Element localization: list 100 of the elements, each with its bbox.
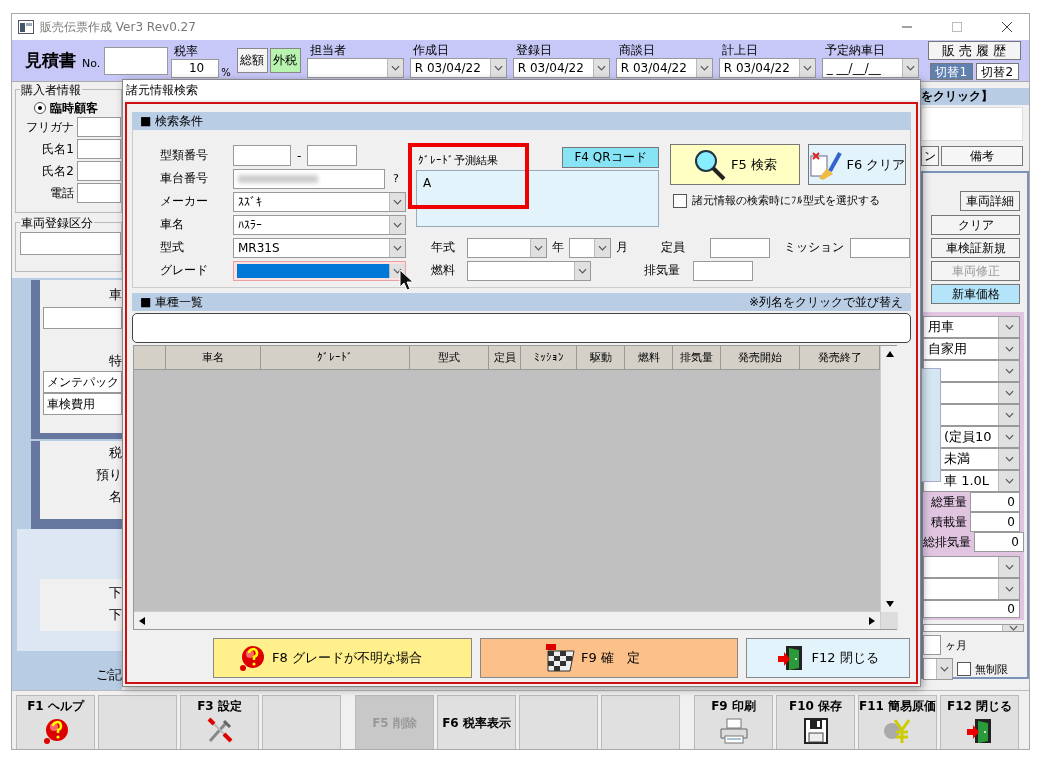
action-button[interactable]: クリア (931, 215, 1020, 235)
right-arrow-icon[interactable] (869, 616, 875, 625)
dropdown[interactable]: R 03/04/22 (409, 58, 507, 78)
text-field[interactable] (43, 307, 122, 329)
text-field[interactable] (233, 168, 385, 189)
dropdown[interactable] (467, 237, 547, 258)
dropdown[interactable]: ﾊｽﾗｰ (233, 214, 406, 235)
function-key[interactable]: F11 簡易原価 (858, 695, 937, 749)
caret-icon (386, 59, 403, 77)
dialog-button[interactable]: F9 確 定 (480, 638, 738, 678)
number-field[interactable]: 0 (974, 532, 1024, 552)
function-key[interactable] (601, 695, 680, 749)
field-label: 車名 (160, 216, 185, 233)
caret-icon (998, 405, 1019, 425)
checkbox[interactable] (673, 193, 687, 208)
maximize-icon[interactable] (952, 22, 962, 32)
text-field[interactable] (307, 145, 358, 166)
text-field[interactable] (77, 139, 121, 159)
dropdown[interactable] (233, 260, 406, 281)
search-button[interactable]: F5 検索 (670, 144, 800, 185)
dropdown[interactable]: 用車 (923, 316, 1020, 338)
tax-mode-button[interactable]: 外税 (269, 48, 301, 73)
dropdown[interactable]: R 03/04/22 (718, 58, 816, 78)
caret-icon (389, 238, 405, 257)
text-field[interactable] (77, 183, 121, 203)
dropdown[interactable] (923, 624, 1024, 632)
dropdown[interactable]: ｽｽﾞｷ (233, 191, 406, 212)
dropdown[interactable] (923, 556, 1020, 578)
text-field[interactable] (77, 161, 121, 181)
caret-icon (998, 317, 1019, 337)
function-key[interactable]: F6 税率表示 (437, 695, 516, 749)
question-ball-icon (41, 717, 70, 745)
action-button[interactable]: 新車価格 (931, 284, 1020, 304)
number-field[interactable] (923, 635, 941, 655)
caret-icon (594, 238, 610, 257)
text-field[interactable] (20, 232, 121, 255)
function-key[interactable]: F9 印刷 (694, 695, 773, 749)
vertical-scrollbar[interactable] (880, 346, 898, 629)
dropdown[interactable]: 自家用 (923, 338, 1020, 360)
field-label: グレード (160, 262, 209, 279)
dialog-button[interactable]: F8 グレードが不明な場合 (213, 638, 472, 678)
field-label: 積載量 (930, 513, 968, 531)
separator-text: - (297, 148, 302, 163)
function-key[interactable]: F12 閉じる (940, 695, 1019, 749)
dropdown[interactable]: 車 1.0L (923, 470, 1020, 492)
function-key[interactable] (262, 695, 341, 749)
function-key[interactable]: F1 ヘルプ (16, 695, 95, 749)
field-label: 年式 (431, 239, 456, 256)
field-label: 下 (108, 584, 122, 602)
dropdown[interactable]: _ __/__/__ (821, 58, 919, 78)
text-field[interactable] (77, 117, 121, 137)
up-arrow-icon[interactable] (885, 351, 894, 357)
number-field[interactable]: 0 (970, 512, 1020, 532)
tax-rate-field[interactable]: 10 (171, 58, 220, 78)
dropdown[interactable]: MR31S (233, 237, 406, 258)
history-button[interactable]: 販 売 履 歴 (927, 41, 1021, 60)
field-label: 排気量 (644, 262, 681, 279)
tab[interactable]: 備考 (941, 146, 1023, 166)
field-label: 登録日 (514, 43, 553, 58)
number-field[interactable]: 0 (923, 600, 1020, 618)
action-button[interactable]: 車検証新規 (931, 238, 1020, 258)
tax-mode-button[interactable]: 総額 (236, 48, 268, 73)
dropdown[interactable] (467, 260, 591, 281)
down-arrow-icon[interactable] (885, 601, 894, 607)
text-field[interactable] (132, 313, 911, 343)
field-label: メーカー (160, 193, 209, 210)
text-field[interactable] (710, 237, 770, 258)
dropdown[interactable]: R 03/04/22 (615, 58, 713, 78)
text-field[interactable] (233, 145, 291, 166)
checkbox-label: 諸元情報の検索時にﾌﾙ型式を選択する (692, 193, 880, 208)
caret-icon (998, 383, 1019, 403)
action-button[interactable]: 車両詳細 (960, 191, 1020, 211)
switch-tab[interactable]: 切替1 (929, 63, 973, 80)
dialog-button[interactable]: F12 閉じる (746, 638, 910, 678)
clear-button[interactable]: F6 クリア (808, 144, 906, 185)
text-field[interactable] (850, 237, 910, 258)
close-icon[interactable] (1002, 22, 1012, 32)
radio-button[interactable] (34, 102, 46, 114)
qr-code-button[interactable]: F4 QRコード (562, 147, 659, 168)
checkbox[interactable] (957, 662, 971, 676)
dropdown[interactable] (923, 578, 1020, 600)
field-label: 総重量 (930, 493, 968, 511)
unit-label: 年 (552, 239, 564, 256)
text-field[interactable] (693, 260, 753, 281)
function-key[interactable]: F3 設定 (180, 695, 259, 749)
switch-tab[interactable]: 切替2 (975, 63, 1019, 80)
number-field[interactable]: 0 (970, 492, 1020, 512)
dropdown[interactable] (569, 237, 611, 258)
dropdown[interactable] (923, 658, 953, 680)
field-label: ｸﾞﾚｰﾄﾞ予測結果 (417, 153, 498, 168)
function-key[interactable] (98, 695, 177, 749)
dropdown[interactable] (306, 58, 404, 78)
left-arrow-icon[interactable] (139, 616, 145, 625)
tab[interactable]: ン (921, 146, 939, 166)
function-key[interactable]: F10 保存 (776, 695, 855, 749)
group-title: 購入者情報 (20, 82, 82, 99)
field-label: 予定納車日 (823, 43, 886, 58)
dropdown[interactable]: R 03/04/22 (512, 58, 610, 78)
number-field[interactable] (104, 46, 169, 75)
function-key[interactable] (519, 695, 598, 749)
